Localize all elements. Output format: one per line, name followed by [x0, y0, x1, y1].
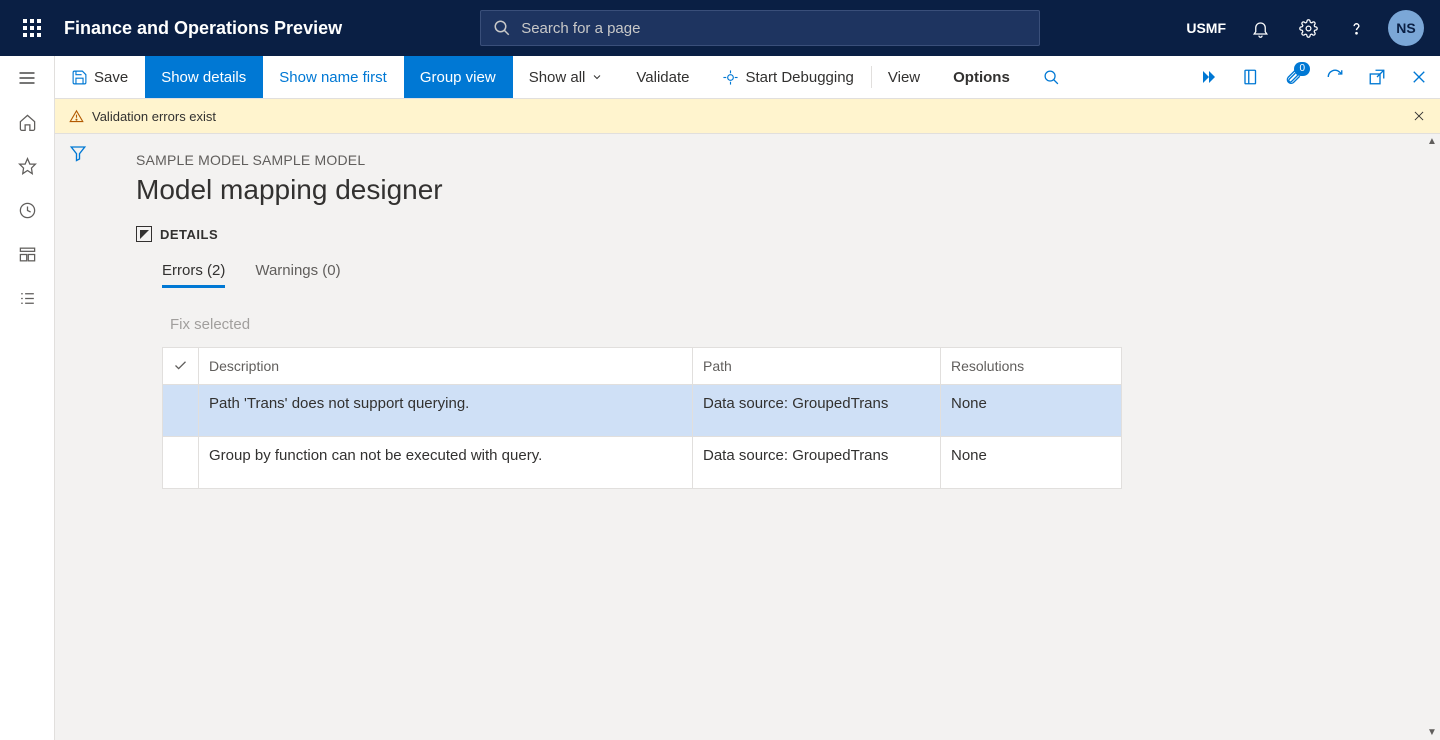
cell-resolutions: None	[941, 385, 1122, 437]
show-all-dropdown[interactable]: Show all	[513, 56, 621, 98]
col-resolutions[interactable]: Resolutions	[941, 348, 1122, 385]
vertical-scrollbar[interactable]: ▲ ▼	[1424, 134, 1440, 740]
table-row[interactable]: Path 'Trans' does not support querying.D…	[163, 385, 1122, 437]
col-path[interactable]: Path	[693, 348, 941, 385]
attachments-icon[interactable]: 0	[1272, 56, 1314, 98]
gear-icon[interactable]	[1286, 6, 1330, 50]
cell-resolutions: None	[941, 437, 1122, 489]
search-icon	[493, 19, 511, 37]
show-details-button[interactable]: Show details	[145, 56, 263, 98]
refresh-icon[interactable]	[1314, 56, 1356, 98]
errors-grid: Description Path Resolutions Path 'Trans…	[162, 347, 1122, 489]
favorites-icon[interactable]	[0, 144, 55, 188]
help-icon[interactable]	[1334, 6, 1378, 50]
company-label[interactable]: USMF	[1178, 20, 1234, 36]
cell-path: Data source: GroupedTrans	[693, 437, 941, 489]
action-toolbar: Save Show details Show name first Group …	[55, 56, 1440, 99]
view-button[interactable]: View	[872, 56, 937, 98]
page-body: SAMPLE MODEL SAMPLE MODEL Model mapping …	[100, 134, 1440, 740]
related-info-icon[interactable]	[1188, 56, 1230, 98]
close-icon[interactable]	[1398, 56, 1440, 98]
details-toggle[interactable]: DETAILS	[136, 226, 1440, 242]
popout-icon[interactable]	[1356, 56, 1398, 98]
grid-select-all[interactable]	[163, 348, 199, 385]
office-addin-icon[interactable]	[1230, 56, 1272, 98]
validate-button[interactable]: Validate	[620, 56, 706, 98]
options-button[interactable]: Options	[937, 56, 1027, 98]
debug-icon	[722, 69, 739, 86]
recent-icon[interactable]	[0, 188, 55, 232]
filter-icon[interactable]	[69, 144, 87, 740]
row-checkbox[interactable]	[163, 385, 199, 437]
tab-warnings[interactable]: Warnings (0)	[255, 262, 340, 288]
message-bar-close-icon[interactable]	[1412, 109, 1426, 123]
message-bar: Validation errors exist	[55, 99, 1440, 134]
start-debugging-button[interactable]: Start Debugging	[706, 56, 870, 98]
toolbar-search-button[interactable]	[1027, 56, 1077, 98]
chevron-down-icon	[591, 71, 603, 83]
save-button[interactable]: Save	[55, 56, 145, 98]
app-title: Finance and Operations Preview	[64, 18, 342, 39]
save-label: Save	[94, 69, 128, 86]
hamburger-icon[interactable]	[0, 56, 55, 100]
scroll-up-icon[interactable]: ▲	[1427, 136, 1437, 147]
message-bar-text: Validation errors exist	[92, 109, 216, 124]
global-search[interactable]	[480, 10, 1040, 46]
app-header: Finance and Operations Preview USMF NS	[0, 0, 1440, 56]
cell-description: Path 'Trans' does not support querying.	[199, 385, 693, 437]
attachments-badge: 0	[1294, 62, 1310, 76]
cell-path: Data source: GroupedTrans	[693, 385, 941, 437]
workspaces-icon[interactable]	[0, 232, 55, 276]
cell-description: Group by function can not be executed wi…	[199, 437, 693, 489]
warning-icon	[69, 109, 84, 124]
details-label: DETAILS	[160, 227, 218, 242]
fix-selected-button[interactable]: Fix selected	[136, 316, 1440, 333]
scroll-down-icon[interactable]: ▼	[1427, 727, 1437, 738]
avatar[interactable]: NS	[1388, 10, 1424, 46]
collapse-caret-icon	[136, 226, 152, 242]
table-row[interactable]: Group by function can not be executed wi…	[163, 437, 1122, 489]
group-view-button[interactable]: Group view	[404, 56, 513, 98]
modules-icon[interactable]	[0, 276, 55, 320]
notifications-icon[interactable]	[1238, 6, 1282, 50]
show-name-first-button[interactable]: Show name first	[263, 56, 404, 98]
save-icon	[71, 69, 88, 86]
row-checkbox[interactable]	[163, 437, 199, 489]
breadcrumb: SAMPLE MODEL SAMPLE MODEL	[136, 152, 1440, 168]
tab-errors[interactable]: Errors (2)	[162, 262, 225, 288]
col-description[interactable]: Description	[199, 348, 693, 385]
app-launcher-icon[interactable]	[8, 4, 56, 52]
left-nav-rail	[0, 56, 55, 740]
page-title: Model mapping designer	[136, 174, 1440, 206]
search-input[interactable]	[521, 20, 1027, 37]
home-icon[interactable]	[0, 100, 55, 144]
